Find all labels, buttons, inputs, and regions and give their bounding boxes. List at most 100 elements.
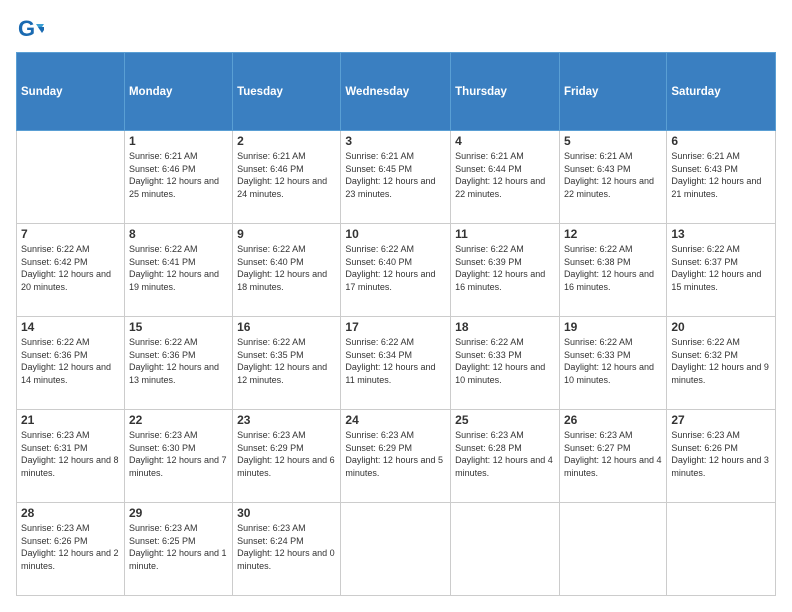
day-info: Sunrise: 6:21 AM Sunset: 6:46 PM Dayligh… [237,150,336,200]
day-info: Sunrise: 6:21 AM Sunset: 6:43 PM Dayligh… [564,150,662,200]
calendar-cell: 23Sunrise: 6:23 AM Sunset: 6:29 PM Dayli… [233,410,341,503]
day-info: Sunrise: 6:23 AM Sunset: 6:31 PM Dayligh… [21,429,120,479]
day-info: Sunrise: 6:22 AM Sunset: 6:33 PM Dayligh… [564,336,662,386]
day-number: 18 [455,320,555,334]
calendar-cell: 16 Sunrise: 6:22 AM Sunset: 6:35 PM Dayli… [233,317,341,410]
day-number: 9 [237,227,336,241]
day-info: Sunrise: 6:23 AM Sunset: 6:27 PM Dayligh… [564,429,662,479]
day-number: 2 [237,134,336,148]
col-header-friday: Friday [559,53,666,131]
calendar-cell: 25 Sunrise: 6:23 AM Sunset: 6:28 PM Dayli… [451,410,560,503]
day-number: 22 [129,413,228,427]
day-info: Sunrise: 6:22 AM Sunset: 6:34 PM Dayligh… [345,336,446,386]
day-info: Sunrise: 6:22 AM Sunset: 6:36 PM Dayligh… [21,336,120,386]
day-info: Sunrise: 6:22 AM Sunset: 6:38 PM Dayligh… [564,243,662,293]
day-info: Sunrise: 6:22 AM Sunset: 6:40 PM Dayligh… [237,243,336,293]
calendar-cell: 13 Sunrise: 6:22 AM Sunset: 6:37 PM Dayli… [667,224,776,317]
col-header-sunday: Sunday [17,53,125,131]
calendar-cell [17,131,125,224]
day-number: 8 [129,227,228,241]
calendar-cell: 19 Sunrise: 6:22 AM Sunset: 6:33 PM Dayli… [559,317,666,410]
day-number: 25 [455,413,555,427]
day-info: Sunrise: 6:21 AM Sunset: 6:43 PM Dayligh… [671,150,771,200]
day-info: Sunrise: 6:23 AM Sunset: 6:30 PM Dayligh… [129,429,228,479]
col-header-thursday: Thursday [451,53,560,131]
calendar-cell: 20 Sunrise: 6:22 AM Sunset: 6:32 PM Dayli… [667,317,776,410]
day-info: Sunrise: 6:23 AM Sunset: 6:26 PM Dayligh… [21,522,120,572]
day-number: 24 [345,413,446,427]
calendar-cell: 29Sunrise: 6:23 AM Sunset: 6:25 PM Dayli… [124,503,232,596]
day-info: Sunrise: 6:21 AM Sunset: 6:46 PM Dayligh… [129,150,228,200]
day-number: 1 [129,134,228,148]
calendar-cell: 7 Sunrise: 6:22 AM Sunset: 6:42 PM Daylig… [17,224,125,317]
day-number: 16 [237,320,336,334]
day-number: 6 [671,134,771,148]
day-number: 23 [237,413,336,427]
calendar-cell [559,503,666,596]
day-number: 26 [564,413,662,427]
day-info: Sunrise: 6:22 AM Sunset: 6:37 PM Dayligh… [671,243,771,293]
calendar-cell: 11 Sunrise: 6:22 AM Sunset: 6:39 PM Dayli… [451,224,560,317]
day-number: 29 [129,506,228,520]
calendar-cell: 10Sunrise: 6:22 AM Sunset: 6:40 PM Dayli… [341,224,451,317]
col-header-tuesday: Tuesday [233,53,341,131]
calendar-cell: 21 Sunrise: 6:23 AM Sunset: 6:31 PM Dayli… [17,410,125,503]
calendar-cell: 9 Sunrise: 6:22 AM Sunset: 6:40 PM Daylig… [233,224,341,317]
day-info: Sunrise: 6:23 AM Sunset: 6:26 PM Dayligh… [671,429,771,479]
calendar-cell: 2 Sunrise: 6:21 AM Sunset: 6:46 PM Daylig… [233,131,341,224]
day-number: 5 [564,134,662,148]
calendar-cell: 27 Sunrise: 6:23 AM Sunset: 6:26 PM Dayli… [667,410,776,503]
day-number: 4 [455,134,555,148]
day-number: 13 [671,227,771,241]
day-info: Sunrise: 6:23 AM Sunset: 6:29 PM Dayligh… [345,429,446,479]
calendar-header-row: SundayMondayTuesdayWednesdayThursdayFrid… [17,53,776,131]
calendar-cell: 8Sunrise: 6:22 AM Sunset: 6:41 PM Daylig… [124,224,232,317]
day-number: 30 [237,506,336,520]
logo-icon: G [16,16,44,44]
calendar-cell: 15 Sunrise: 6:22 AM Sunset: 6:36 PM Dayli… [124,317,232,410]
calendar-week-row: 28 Sunrise: 6:23 AM Sunset: 6:26 PM Dayli… [17,503,776,596]
calendar-cell: 3 Sunrise: 6:21 AM Sunset: 6:45 PM Daylig… [341,131,451,224]
day-number: 20 [671,320,771,334]
calendar-cell [667,503,776,596]
day-info: Sunrise: 6:21 AM Sunset: 6:44 PM Dayligh… [455,150,555,200]
day-info: Sunrise: 6:22 AM Sunset: 6:36 PM Dayligh… [129,336,228,386]
page-header: G [16,16,776,44]
calendar-cell: 18 Sunrise: 6:22 AM Sunset: 6:33 PM Dayli… [451,317,560,410]
day-number: 11 [455,227,555,241]
calendar-cell [341,503,451,596]
day-info: Sunrise: 6:22 AM Sunset: 6:33 PM Dayligh… [455,336,555,386]
calendar-cell: 24 Sunrise: 6:23 AM Sunset: 6:29 PM Dayli… [341,410,451,503]
calendar-week-row: 1 Sunrise: 6:21 AM Sunset: 6:46 PM Daylig… [17,131,776,224]
day-info: Sunrise: 6:21 AM Sunset: 6:45 PM Dayligh… [345,150,446,200]
day-number: 28 [21,506,120,520]
calendar-week-row: 7 Sunrise: 6:22 AM Sunset: 6:42 PM Daylig… [17,224,776,317]
calendar-table: SundayMondayTuesdayWednesdayThursdayFrid… [16,52,776,596]
col-header-saturday: Saturday [667,53,776,131]
day-number: 15 [129,320,228,334]
svg-text:G: G [18,16,35,41]
calendar-cell: 30Sunrise: 6:23 AM Sunset: 6:24 PM Dayli… [233,503,341,596]
calendar-week-row: 21 Sunrise: 6:23 AM Sunset: 6:31 PM Dayli… [17,410,776,503]
calendar-cell: 22 Sunrise: 6:23 AM Sunset: 6:30 PM Dayli… [124,410,232,503]
day-info: Sunrise: 6:23 AM Sunset: 6:28 PM Dayligh… [455,429,555,479]
day-number: 21 [21,413,120,427]
day-number: 14 [21,320,120,334]
day-number: 7 [21,227,120,241]
day-info: Sunrise: 6:22 AM Sunset: 6:35 PM Dayligh… [237,336,336,386]
day-number: 3 [345,134,446,148]
day-number: 12 [564,227,662,241]
calendar-cell: 26 Sunrise: 6:23 AM Sunset: 6:27 PM Dayli… [559,410,666,503]
day-number: 19 [564,320,662,334]
calendar-cell: 12 Sunrise: 6:22 AM Sunset: 6:38 PM Dayli… [559,224,666,317]
calendar-cell [451,503,560,596]
day-number: 10 [345,227,446,241]
day-info: Sunrise: 6:22 AM Sunset: 6:32 PM Dayligh… [671,336,771,386]
col-header-monday: Monday [124,53,232,131]
calendar-cell: 1 Sunrise: 6:21 AM Sunset: 6:46 PM Daylig… [124,131,232,224]
logo: G [16,16,48,44]
day-info: Sunrise: 6:22 AM Sunset: 6:42 PM Dayligh… [21,243,120,293]
calendar-week-row: 14 Sunrise: 6:22 AM Sunset: 6:36 PM Dayli… [17,317,776,410]
day-number: 27 [671,413,771,427]
day-info: Sunrise: 6:22 AM Sunset: 6:39 PM Dayligh… [455,243,555,293]
